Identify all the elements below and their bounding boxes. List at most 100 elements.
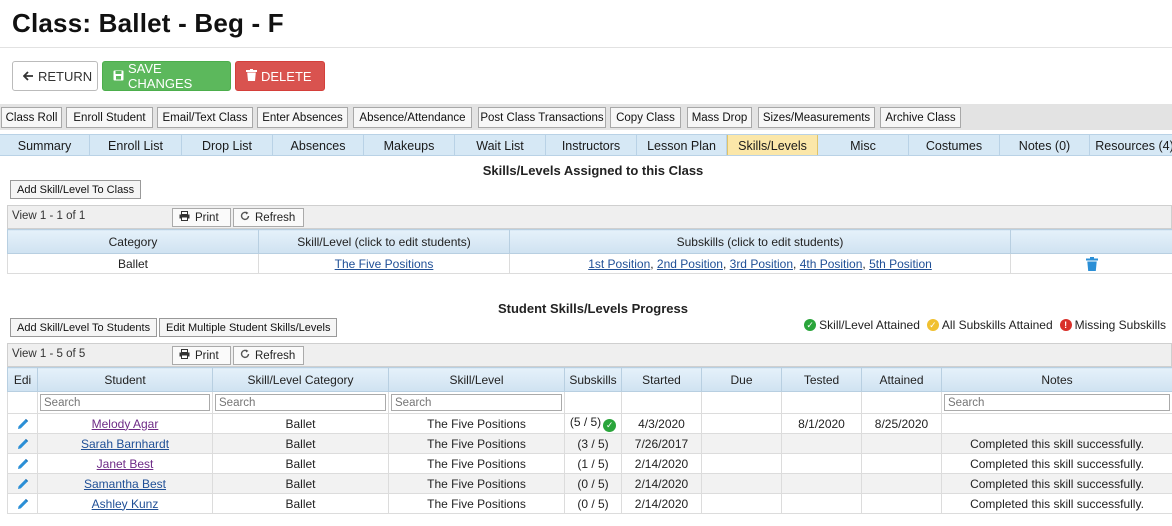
edit-multiple-skills-button[interactable]: Edit Multiple Student Skills/Levels <box>159 318 338 337</box>
assigned-pager: View 1 - 1 of 1 Print Refresh <box>7 205 1172 229</box>
due-cell <box>701 453 782 474</box>
subskills-cell: (1 / 5) <box>564 453 622 474</box>
subskills-count: (0 / 5) <box>577 476 609 491</box>
return-button[interactable]: RETURN <box>12 61 98 91</box>
subskills-count: (1 / 5) <box>577 456 609 471</box>
skill-link[interactable]: The Five Positions <box>335 257 434 271</box>
notes-cell: Completed this skill successfully. <box>941 473 1172 494</box>
column-header[interactable]: Tested <box>781 367 862 392</box>
floppy-disk-icon <box>113 69 124 84</box>
subskills-count: (0 / 5) <box>577 496 609 511</box>
check-circle-icon: ✓ <box>926 319 939 331</box>
sizes-measurements-button[interactable]: Sizes/Measurements <box>758 107 875 128</box>
subskill-link[interactable]: 2nd Position <box>657 257 723 271</box>
tab-absences[interactable]: Absences <box>273 135 364 155</box>
due-cell <box>701 433 782 454</box>
tab-costumes[interactable]: Costumes <box>909 135 1000 155</box>
progress-refresh-button[interactable]: Refresh <box>233 346 304 365</box>
column-header[interactable]: Notes <box>941 367 1172 392</box>
table-row: Ashley Kunz Ballet The Five Positions (0 / … <box>7 493 1172 514</box>
pencil-icon[interactable] <box>17 417 29 431</box>
legend-all-subskills: All Subskills Attained <box>941 318 1053 332</box>
delete-button[interactable]: DELETE <box>235 61 325 91</box>
progress-print-button[interactable]: Print <box>172 346 231 365</box>
class-roll-button[interactable]: Class Roll <box>1 107 62 128</box>
assigned-print-button[interactable]: Print <box>172 208 231 227</box>
enter-absences-button[interactable]: Enter Absences <box>257 107 348 128</box>
add-skill-to-students-button[interactable]: Add Skill/Level To Students <box>10 318 158 337</box>
student-link[interactable]: Samantha Best <box>84 477 166 491</box>
notes-search-input[interactable] <box>944 394 1170 411</box>
subskills-cell: (0 / 5) <box>564 493 622 514</box>
tab-drop-list[interactable]: Drop List <box>182 135 273 155</box>
edit-cell <box>7 453 38 474</box>
search-cell <box>212 391 389 414</box>
student-search-input[interactable] <box>40 394 210 411</box>
progress-heading: Student Skills/Levels Progress <box>497 301 689 316</box>
student-cell: Janet Best <box>37 453 213 474</box>
column-header[interactable]: Subskills <box>564 367 622 392</box>
tab-skills-levels[interactable]: Skills/Levels <box>727 135 818 155</box>
email-text-class-button[interactable]: Email/Text Class <box>157 107 253 128</box>
tab-wait-list[interactable]: Wait List <box>455 135 546 155</box>
pencil-icon[interactable] <box>17 457 29 471</box>
pencil-icon[interactable] <box>17 497 29 511</box>
column-header[interactable]: Skill/Level Category <box>212 367 389 392</box>
attained-cell <box>861 453 942 474</box>
subskills-cell: (5 / 5) ✓ <box>564 413 622 434</box>
skill-search-input[interactable] <box>391 394 562 411</box>
copy-class-button[interactable]: Copy Class <box>610 107 681 128</box>
column-header[interactable]: Category <box>7 229 259 254</box>
student-link[interactable]: Ashley Kunz <box>92 497 159 511</box>
subskill-link[interactable]: 3rd Position <box>730 257 793 271</box>
tab-lesson-plan[interactable]: Lesson Plan <box>637 135 727 155</box>
started-cell: 7/26/2017 <box>621 433 702 454</box>
printer-icon <box>179 349 190 362</box>
edit-cell <box>7 473 38 494</box>
column-header[interactable]: Student <box>37 367 213 392</box>
subskill-link[interactable]: 4th Position <box>800 257 863 271</box>
table-row: Ballet The Five Positions 1st Position, … <box>7 253 1172 274</box>
tab-misc[interactable]: Misc <box>818 135 909 155</box>
column-header[interactable]: Skill/Level <box>388 367 565 392</box>
student-link[interactable]: Janet Best <box>97 457 154 471</box>
trash-icon[interactable] <box>1085 256 1098 271</box>
mass-drop-button[interactable]: Mass Drop <box>687 107 752 128</box>
tab-makeups[interactable]: Makeups <box>364 135 455 155</box>
student-link[interactable]: Melody Agar <box>92 417 159 431</box>
tab-notes[interactable]: Notes (0) <box>1000 135 1090 155</box>
progress-pager: View 1 - 5 of 5 Print Refresh <box>7 343 1172 367</box>
archive-class-button[interactable]: Archive Class <box>880 107 961 128</box>
column-header[interactable]: Skill/Level (click to edit students) <box>258 229 510 254</box>
absence-attendance-button[interactable]: Absence/Attendance <box>353 107 472 128</box>
enroll-student-button[interactable]: Enroll Student <box>66 107 153 128</box>
column-header[interactable]: Attained <box>861 367 942 392</box>
save-changes-button[interactable]: SAVE CHANGES <box>102 61 231 91</box>
add-skill-to-class-button[interactable]: Add Skill/Level To Class <box>10 180 142 199</box>
subskills-cell: (0 / 5) <box>564 473 622 494</box>
category-cell: Ballet <box>212 473 389 494</box>
column-header[interactable]: Subskills (click to edit students) <box>509 229 1011 254</box>
category-search-input[interactable] <box>215 394 386 411</box>
column-header: Edi <box>7 367 38 392</box>
tab-enroll-list[interactable]: Enroll List <box>90 135 182 155</box>
assigned-skills-heading: Skills/Levels Assigned to this Class <box>482 163 704 178</box>
student-link[interactable]: Sarah Barnhardt <box>81 437 169 451</box>
category-cell: Ballet <box>212 453 389 474</box>
skill-cell: The Five Positions <box>388 413 565 434</box>
tab-resources[interactable]: Resources (4) <box>1090 135 1172 155</box>
student-cell: Melody Agar <box>37 413 213 434</box>
subskill-link[interactable]: 1st Position <box>588 257 650 271</box>
column-header[interactable]: Due <box>701 367 782 392</box>
assigned-refresh-button[interactable]: Refresh <box>233 208 304 227</box>
tab-instructors[interactable]: Instructors <box>546 135 637 155</box>
post-class-transactions-button[interactable]: Post Class Transactions <box>478 107 606 128</box>
progress-view-count: View 1 - 5 of 5 <box>12 348 86 360</box>
pencil-icon[interactable] <box>17 437 29 451</box>
delete-cell <box>1010 253 1172 274</box>
subskill-link[interactable]: 5th Position <box>869 257 932 271</box>
tab-summary[interactable]: Summary <box>0 135 90 155</box>
column-header[interactable]: Started <box>621 367 702 392</box>
notes-cell: Completed this skill successfully. <box>941 433 1172 454</box>
pencil-icon[interactable] <box>17 477 29 491</box>
